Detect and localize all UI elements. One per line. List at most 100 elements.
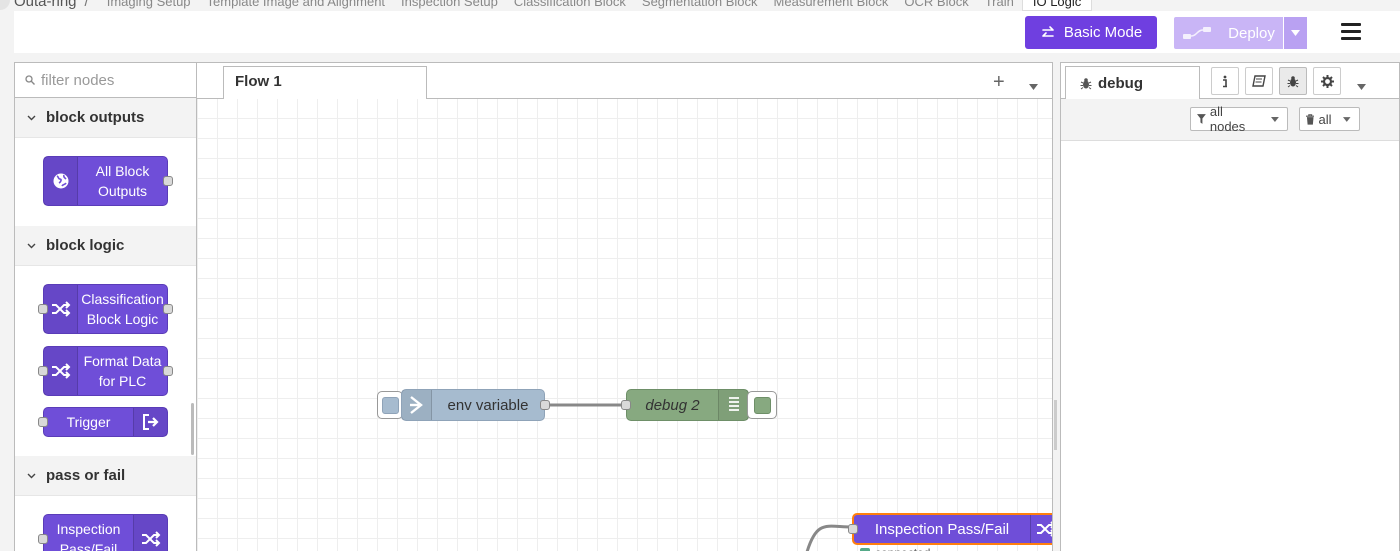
tab-template-image[interactable]: Template Image and Alignment — [199, 0, 394, 9]
breadcrumb: Outa-ring / Imaging Setup Template Image… — [0, 0, 1093, 11]
palette-node-all-block-outputs[interactable]: All Block Outputs — [43, 156, 173, 206]
tab-ocr-block[interactable]: OCR Block — [896, 0, 976, 9]
palette-node-label: Trigger — [66, 414, 111, 430]
clear-label: all — [1318, 111, 1332, 127]
palette-node-label: Inspection Pass/Fail — [56, 521, 121, 551]
node-label: Inspection Pass/Fail — [874, 520, 1010, 538]
input-port[interactable] — [848, 524, 858, 534]
node-env-variable[interactable]: env variable — [401, 389, 550, 421]
category-block-logic[interactable]: block logic — [15, 226, 196, 266]
output-port[interactable] — [163, 176, 173, 186]
book-icon[interactable] — [1245, 67, 1273, 95]
input-port[interactable] — [38, 366, 48, 376]
list-icon — [718, 390, 748, 420]
chevron-down-icon — [27, 243, 36, 249]
flow-list-caret-icon[interactable] — [1029, 77, 1038, 95]
sidebar-caret-down-icon[interactable] — [1357, 77, 1366, 95]
trash-icon — [1306, 113, 1315, 125]
globe-icon — [44, 157, 78, 205]
node-debug-2[interactable]: debug 2 — [621, 389, 749, 421]
node-inspection-pass-fail[interactable]: Inspection Pass/Fail — [848, 513, 1052, 545]
palette-node-label: Classification Block Logic — [81, 291, 164, 327]
wires — [545, 403, 853, 551]
input-port[interactable] — [38, 534, 48, 544]
node-palette: filter nodes block outputs All Block Outp… — [14, 62, 197, 551]
tab-inspection-setup[interactable]: Inspection Setup — [393, 0, 506, 9]
palette-node-format-data-for-plc[interactable]: Format Data for PLC — [38, 346, 173, 396]
flow-canvas[interactable]: env variable debug 2 Inspection Pass/Fai… — [197, 99, 1052, 551]
category-body-block-logic: Classification Block Logic Format Data for… — [15, 266, 196, 456]
filter-nodes-label: all nodes — [1209, 104, 1246, 134]
category-label: pass or fail — [46, 467, 126, 484]
palette-node-trigger[interactable]: Trigger — [38, 407, 168, 437]
output-port[interactable] — [163, 304, 173, 314]
chevron-down-icon — [27, 115, 36, 121]
input-port[interactable] — [38, 417, 48, 427]
sidebar: debug all nodes all — [1060, 62, 1400, 551]
category-body-pass-or-fail: Inspection Pass/Fail — [15, 496, 196, 551]
debug-bug-icon[interactable] — [1279, 67, 1307, 95]
basic-mode-label: Basic Mode — [1063, 24, 1143, 41]
tab-imaging-setup[interactable]: Imaging Setup — [99, 0, 199, 9]
debug-toolbar: all nodes all — [1061, 99, 1399, 141]
category-label: block logic — [46, 237, 125, 254]
exit-icon — [133, 408, 167, 436]
tab-classification-block[interactable]: Classification Block — [506, 0, 634, 9]
hamburger-menu-icon[interactable] — [1341, 23, 1361, 41]
filter-placeholder: filter nodes — [41, 71, 115, 89]
shuffle-icon — [44, 347, 78, 395]
output-port[interactable] — [163, 366, 173, 376]
workspace-tab-bar: Flow 1 + — [197, 63, 1052, 100]
output-port[interactable] — [540, 400, 550, 410]
sidebar-splitter[interactable] — [1054, 400, 1057, 450]
palette-node-label: Format Data for PLC — [83, 353, 162, 389]
tab-measurement-block[interactable]: Measurement Block — [766, 0, 897, 9]
node-status: connected — [860, 546, 930, 551]
shuffle-icon — [44, 285, 78, 333]
clear-messages-dropdown[interactable]: all — [1299, 107, 1360, 131]
debug-toggle-button[interactable] — [747, 391, 777, 419]
deploy-menu-caret[interactable] — [1283, 17, 1307, 49]
tab-train[interactable]: Train — [977, 0, 1022, 9]
tab-segmentation-block[interactable]: Segmentation Block — [634, 0, 766, 9]
add-flow-button[interactable]: + — [993, 71, 1005, 94]
palette-node-label: All Block Outputs — [95, 163, 150, 199]
deploy-label: Deploy — [1228, 24, 1275, 42]
breadcrumb-separator: / — [84, 0, 89, 10]
info-icon[interactable] — [1211, 67, 1239, 95]
basic-mode-button[interactable]: Basic Mode — [1025, 16, 1157, 49]
caret-down-icon — [1291, 30, 1300, 36]
input-port[interactable] — [621, 400, 631, 410]
category-block-outputs[interactable]: block outputs — [15, 98, 196, 138]
node-label: debug 2 — [645, 396, 700, 414]
filter-nodes-input[interactable]: filter nodes — [15, 63, 196, 98]
shuffle-icon — [133, 515, 167, 551]
gear-icon[interactable] — [1313, 67, 1341, 95]
deploy-button[interactable]: Deploy — [1174, 17, 1307, 49]
filter-nodes-dropdown[interactable]: all nodes — [1190, 104, 1288, 134]
input-port[interactable] — [38, 304, 48, 314]
chevron-down-icon — [27, 473, 36, 479]
palette-scrollbar[interactable] — [191, 403, 194, 455]
breadcrumb-root[interactable]: Outa-ring — [14, 0, 77, 10]
tab-flow-1[interactable]: Flow 1 — [223, 66, 427, 100]
tab-debug[interactable]: debug — [1065, 66, 1200, 100]
caret-down-icon — [1271, 116, 1279, 122]
debug-tab-label: debug — [1098, 74, 1143, 92]
caret-down-icon — [1343, 116, 1351, 122]
debug-messages-area[interactable] — [1061, 141, 1399, 541]
palette-node-classification-block-logic[interactable]: Classification Block Logic — [38, 284, 173, 334]
header-bar: Basic Mode Deploy — [14, 11, 1400, 53]
deploy-icon — [1183, 27, 1212, 39]
deploy-main[interactable]: Deploy — [1174, 17, 1283, 49]
shuffle-icon — [1030, 515, 1052, 543]
status-text: connected — [875, 546, 930, 551]
tab-io-logic[interactable]: IO Logic — [1021, 0, 1093, 11]
category-label: block outputs — [46, 109, 145, 126]
swap-icon — [1042, 25, 1054, 37]
arrow-right-icon — [402, 390, 432, 420]
app-root: Outa-ring / Imaging Setup Template Image… — [0, 0, 1400, 551]
inject-button[interactable] — [377, 391, 403, 419]
palette-node-inspection-pass-fail[interactable]: Inspection Pass/Fail — [38, 514, 168, 551]
category-pass-or-fail[interactable]: pass or fail — [15, 456, 196, 496]
